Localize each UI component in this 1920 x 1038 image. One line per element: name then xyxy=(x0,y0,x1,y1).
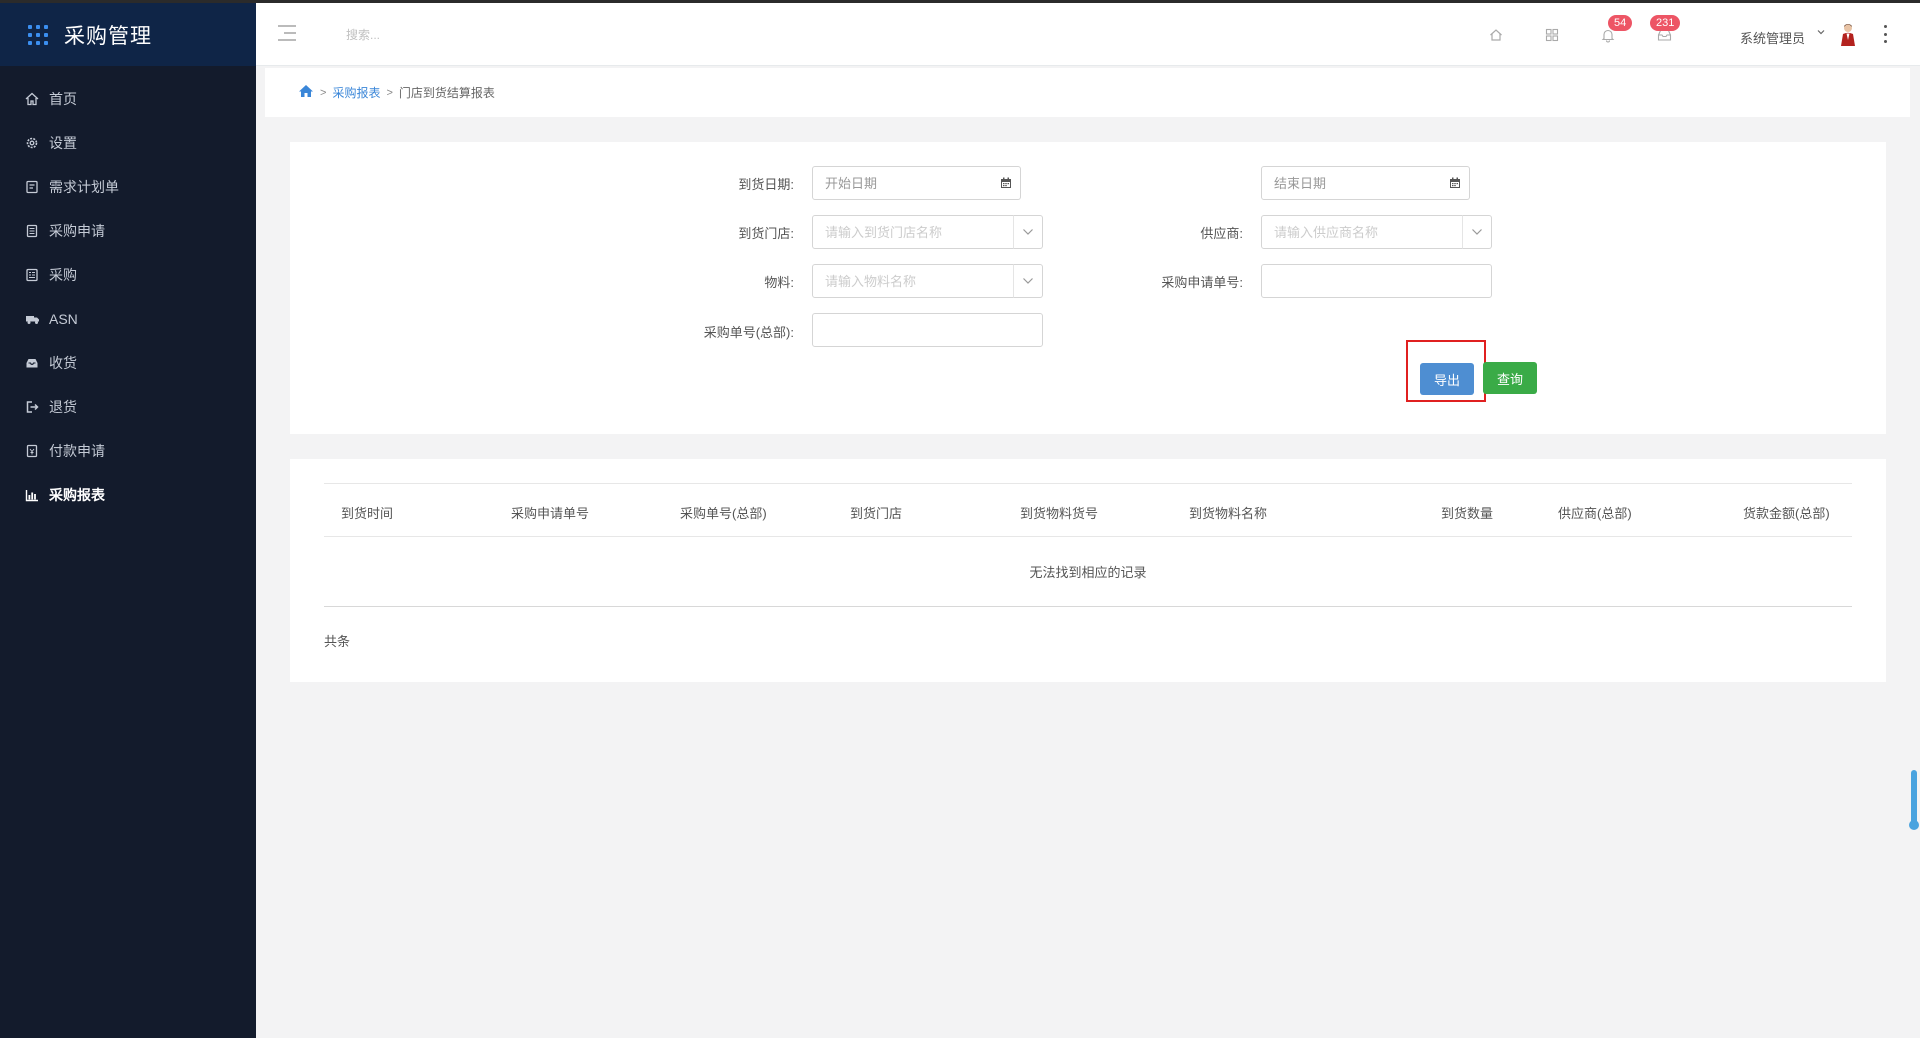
notification-bell-icon[interactable]: 54 xyxy=(1598,15,1633,45)
supplier-label: 供应商: xyxy=(1200,226,1243,241)
chevron-down-icon[interactable] xyxy=(1816,27,1826,40)
sidebar-item-label: 采购 xyxy=(49,267,77,283)
user-name[interactable]: 系统管理员 xyxy=(1740,28,1805,47)
sidebar-item-purchase[interactable]: 采购 xyxy=(0,253,256,297)
column-header-material-code[interactable]: 到货物料货号 xyxy=(1020,503,1098,522)
apps-grid-icon xyxy=(28,24,48,45)
scroll-handle[interactable] xyxy=(1909,770,1919,830)
column-header-amount[interactable]: 货款金额(总部) xyxy=(1743,503,1830,522)
inbox-icon xyxy=(24,355,40,371)
supplier-select[interactable] xyxy=(1261,215,1463,249)
order-no-input[interactable] xyxy=(812,313,1043,347)
home-shortcut-icon[interactable] xyxy=(1486,25,1506,45)
sidebar-item-label: 采购报表 xyxy=(49,487,105,503)
grid-apps-icon[interactable] xyxy=(1542,25,1562,45)
breadcrumb: > 采购报表 > 门店到货结算报表 xyxy=(265,68,1910,117)
sidebar: 采购管理 首页 设置 需求计划单 采购申请 采购 ASN 收货 退货 付款申请 … xyxy=(0,3,256,1038)
column-header-supplier[interactable]: 供应商(总部) xyxy=(1558,503,1632,522)
request-no-label: 采购申请单号: xyxy=(1161,275,1243,290)
sign-out-icon xyxy=(24,399,40,415)
sidebar-item-payment-request[interactable]: 付款申请 xyxy=(0,429,256,473)
more-options-icon[interactable] xyxy=(1884,25,1888,43)
request-no-input[interactable] xyxy=(1261,264,1492,298)
sidebar-item-label: 退货 xyxy=(49,399,77,415)
sidebar-item-returns[interactable]: 退货 xyxy=(0,385,256,429)
sidebar-nav: 首页 设置 需求计划单 采购申请 采购 ASN 收货 退货 付款申请 采购报表 xyxy=(0,77,256,517)
sidebar-item-demand-plan[interactable]: 需求计划单 xyxy=(0,165,256,209)
breadcrumb-separator: > xyxy=(320,86,327,99)
pagination-info: 共条 xyxy=(324,634,351,649)
truck-icon xyxy=(24,311,40,327)
start-date-input[interactable] xyxy=(812,166,992,200)
order-no-label: 采购单号(总部): xyxy=(703,325,794,340)
breadcrumb-link-purchase-report[interactable]: 采购报表 xyxy=(332,84,380,101)
sidebar-item-home[interactable]: 首页 xyxy=(0,77,256,121)
column-header-store[interactable]: 到货门店 xyxy=(850,503,902,522)
material-label: 物料: xyxy=(764,275,794,290)
search-input[interactable] xyxy=(346,23,586,47)
material-select[interactable] xyxy=(812,264,1014,298)
list-doc-icon xyxy=(24,267,40,283)
bar-chart-icon xyxy=(24,487,40,503)
column-header-arrival-time[interactable]: 到货时间 xyxy=(341,503,393,522)
notification-badge: 54 xyxy=(1608,15,1633,31)
column-header-quantity[interactable]: 到货数量 xyxy=(1441,503,1493,522)
chevron-down-icon[interactable] xyxy=(1013,264,1043,298)
arrival-date-label: 到货日期: xyxy=(738,177,794,192)
results-table: 到货时间 采购申请单号 采购单号(总部) 到货门店 到货物料货号 到货物料名称 … xyxy=(324,483,1852,607)
clipboard-icon xyxy=(24,223,40,239)
sidebar-item-settings[interactable]: 设置 xyxy=(0,121,256,165)
sidebar-item-label: 设置 xyxy=(49,135,77,151)
receipt-icon xyxy=(24,443,40,459)
message-badge: 231 xyxy=(1650,15,1681,31)
sidebar-item-label: 付款申请 xyxy=(49,443,105,459)
filter-panel: 到货日期: 到货门店: 供应商: 物料: 采购申请单号: 采购单号(总部): 导… xyxy=(290,142,1886,434)
edit-doc-icon xyxy=(24,179,40,195)
column-header-request-no[interactable]: 采购申请单号 xyxy=(511,503,589,522)
breadcrumb-separator: > xyxy=(386,86,393,99)
query-button[interactable]: 查询 xyxy=(1483,362,1537,394)
sidebar-item-purchase-report[interactable]: 采购报表 xyxy=(0,473,256,517)
empty-state-row: 无法找到相应的记录 xyxy=(324,537,1852,607)
column-header-order-no[interactable]: 采购单号(总部) xyxy=(680,503,767,522)
avatar[interactable] xyxy=(1839,23,1857,47)
column-header-material-name[interactable]: 到货物料名称 xyxy=(1189,503,1267,522)
end-date-input[interactable] xyxy=(1261,166,1441,200)
sidebar-item-receiving[interactable]: 收货 xyxy=(0,341,256,385)
results-panel: 到货时间 采购申请单号 采购单号(总部) 到货门店 到货物料货号 到货物料名称 … xyxy=(290,459,1886,682)
sidebar-item-purchase-request[interactable]: 采购申请 xyxy=(0,209,256,253)
table-header: 到货时间 采购申请单号 采购单号(总部) 到货门店 到货物料货号 到货物料名称 … xyxy=(324,483,1852,537)
home-icon xyxy=(24,91,40,107)
sidebar-item-label: 收货 xyxy=(49,355,77,371)
gear-icon xyxy=(24,135,40,151)
export-button[interactable]: 导出 xyxy=(1420,363,1474,395)
chevron-down-icon[interactable] xyxy=(1013,215,1043,249)
home-icon[interactable] xyxy=(298,84,314,101)
message-tray-icon[interactable]: 231 xyxy=(1650,15,1681,45)
sidebar-item-label: ASN xyxy=(49,311,78,327)
calendar-icon[interactable] xyxy=(991,166,1021,200)
sidebar-item-label: 需求计划单 xyxy=(49,179,119,195)
menu-toggle-icon[interactable] xyxy=(278,25,296,41)
store-label: 到货门店: xyxy=(738,226,794,241)
top-header: 54 231 系统管理员 xyxy=(256,3,1920,66)
sidebar-item-label: 首页 xyxy=(49,91,77,107)
store-select[interactable] xyxy=(812,215,1014,249)
app-title: 采购管理 xyxy=(64,24,152,48)
chevron-down-icon[interactable] xyxy=(1462,215,1492,249)
brand: 采购管理 xyxy=(0,3,256,66)
breadcrumb-current: 门店到货结算报表 xyxy=(398,86,495,100)
sidebar-item-label: 采购申请 xyxy=(49,223,105,239)
calendar-icon[interactable] xyxy=(1440,166,1470,200)
sidebar-item-asn[interactable]: ASN xyxy=(0,297,256,341)
